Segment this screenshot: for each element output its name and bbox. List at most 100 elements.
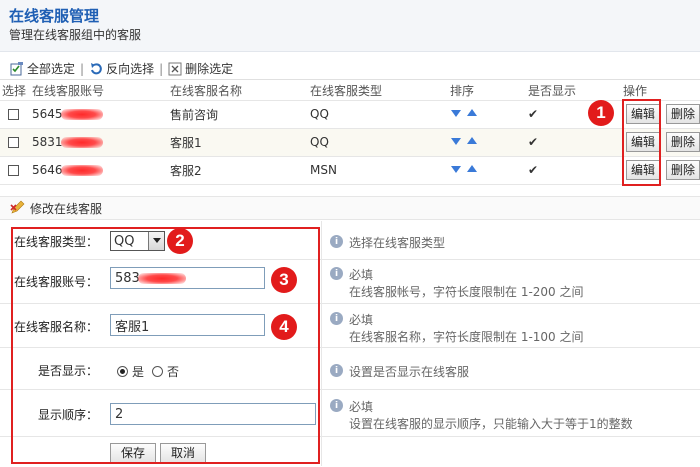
type-cell: QQ: [308, 128, 448, 157]
sort-controls: [450, 136, 478, 146]
row-checkbox[interactable]: [8, 109, 19, 120]
section-title: 修改在线客服: [30, 201, 103, 216]
type-cell: QQ: [308, 100, 448, 129]
service-table: 选择 在线客服账号 在线客服名称 在线客服类型 排序 是否显示 操作 5645 …: [0, 82, 700, 185]
edit-button[interactable]: 编辑: [626, 132, 660, 152]
table-header-row: 选择 在线客服账号 在线客服名称 在线客服类型 排序 是否显示 操作: [0, 82, 700, 101]
save-button[interactable]: 保存: [110, 443, 156, 463]
delete-button[interactable]: 删除: [666, 132, 700, 152]
row-checkbox[interactable]: [8, 165, 19, 176]
name-input-value: 客服1: [115, 319, 150, 335]
sort-controls: [450, 164, 478, 174]
visible-cell: ✔: [526, 156, 621, 185]
redacted-mark: [60, 109, 103, 120]
account-cell: 5645: [32, 107, 63, 121]
column-header: 排序: [448, 82, 526, 101]
invert-selection-button[interactable]: 反向选择: [84, 60, 159, 77]
order-label: 显示顺序：: [38, 408, 99, 422]
column-header: 是否显示: [526, 82, 621, 101]
row-checkbox[interactable]: [8, 137, 19, 148]
info-icon: i: [330, 235, 343, 248]
account-input[interactable]: 583: [110, 267, 265, 289]
checklist-icon: [10, 61, 23, 75]
info-icon: i: [330, 364, 343, 377]
type-label: 在线客服类型：: [14, 235, 99, 249]
column-header: 在线客服类型: [308, 82, 448, 101]
delete-button[interactable]: 删除: [666, 160, 700, 180]
delete-selected-label: 删除选定: [185, 62, 234, 76]
page-subtitle: 管理在线客服组中的客服: [9, 28, 142, 42]
page-title: 在线客服管理: [9, 7, 100, 25]
order-hint: i 必填 设置在线客服的显示顺序，只能输入大于等于1的整数: [330, 398, 633, 432]
name-input[interactable]: 客服1: [110, 314, 265, 336]
annotation-badge-4: 4: [271, 314, 297, 340]
edit-pencil-icon: [10, 200, 25, 214]
select-all-label: 全部选定: [27, 62, 76, 76]
annotation-badge-1: 1: [588, 100, 614, 126]
account-hint-required: 必填: [349, 268, 374, 282]
redacted-mark: [60, 165, 103, 176]
show-yes-radio[interactable]: [117, 366, 128, 377]
column-header: 选择: [0, 82, 30, 101]
cancel-button[interactable]: 取消: [160, 443, 206, 463]
edit-button[interactable]: 编辑: [626, 160, 660, 180]
annotation-badge-2: 2: [167, 228, 193, 254]
account-hint-detail: 在线客服帐号，字符长度限制在 1-200 之间: [349, 285, 584, 299]
show-label: 是否显示：: [38, 364, 99, 378]
order-input[interactable]: 2: [110, 403, 316, 425]
column-header: 操作: [621, 82, 700, 101]
name-hint: i 必填在线客服名称，字符长度限制在 1-100 之间: [330, 311, 584, 345]
page-header: 在线客服管理 管理在线客服组中的客服: [0, 0, 700, 52]
chevron-down-icon[interactable]: [148, 232, 165, 250]
move-down-icon[interactable]: [450, 136, 462, 146]
annotation-badge-3: 3: [271, 267, 297, 293]
visible-cell: ✔: [526, 128, 621, 157]
move-down-icon[interactable]: [450, 108, 462, 118]
order-input-value: 2: [115, 406, 124, 422]
account-hint: i 必填在线客服帐号，字符长度限制在 1-200 之间: [330, 266, 584, 300]
order-hint-required: 必填: [349, 400, 374, 414]
move-up-icon[interactable]: [466, 108, 478, 118]
name-hint-required: 必填: [349, 313, 374, 327]
info-icon: i: [330, 267, 343, 280]
name-cell: 售前咨询: [168, 100, 308, 129]
type-select[interactable]: QQ: [110, 231, 166, 251]
move-up-icon[interactable]: [466, 164, 478, 174]
table-row: 5831 客服1 QQ ✔ 编辑 删除: [0, 128, 700, 157]
delete-selected-button[interactable]: 删除选定: [163, 60, 238, 77]
show-yes-label: 是: [132, 365, 145, 379]
show-no-label: 否: [167, 365, 180, 379]
name-cell: 客服2: [168, 156, 308, 185]
edit-section-header: 修改在线客服: [0, 196, 700, 220]
account-label: 在线客服账号：: [14, 275, 99, 289]
name-label: 在线客服名称：: [14, 320, 99, 334]
column-header: 在线客服账号: [30, 82, 168, 101]
show-hint-text: 设置是否显示在线客服: [349, 365, 470, 379]
move-up-icon[interactable]: [466, 136, 478, 146]
edit-button[interactable]: 编辑: [626, 104, 660, 124]
select-all-button[interactable]: 全部选定: [0, 60, 80, 77]
show-radio-group: 是 否: [117, 363, 179, 380]
table-row: 5646 客服2 MSN ✔ 编辑 删除: [0, 156, 700, 185]
delete-box-icon: [168, 62, 182, 75]
redacted-mark: [60, 137, 103, 148]
info-icon: i: [330, 312, 343, 325]
redacted-mark: [137, 272, 186, 284]
type-hint-text: 选择在线客服类型: [349, 236, 446, 250]
type-hint: i 选择在线客服类型: [330, 234, 445, 251]
show-no-radio[interactable]: [152, 366, 164, 377]
name-hint-detail: 在线客服名称，字符长度限制在 1-100 之间: [349, 330, 584, 344]
show-hint: i 设置是否显示在线客服: [330, 363, 469, 380]
delete-button[interactable]: 删除: [666, 104, 700, 124]
account-input-value: 583: [115, 270, 140, 286]
account-cell: 5646: [32, 163, 63, 177]
type-select-value: QQ: [114, 233, 135, 249]
invert-selection-label: 反向选择: [106, 62, 155, 76]
move-down-icon[interactable]: [450, 164, 462, 174]
refresh-icon: [91, 62, 102, 74]
sort-controls: [450, 108, 478, 118]
account-cell: 5831: [32, 135, 63, 149]
info-icon: i: [330, 399, 343, 412]
list-toolbar: 全部选定 | 反向选择 | 删除选定: [0, 58, 700, 80]
name-cell: 客服1: [168, 128, 308, 157]
